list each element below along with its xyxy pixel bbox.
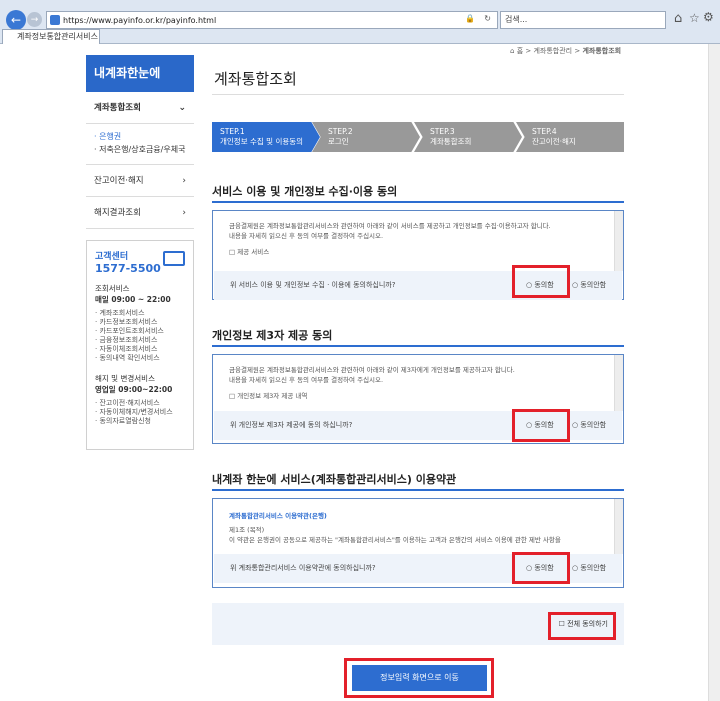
cs-item: · 동의자료열람신청 [95, 417, 151, 425]
cs-item: · 계좌조회서비스 [95, 309, 145, 317]
consent-text: 금융결제원은 계좌정보통합관리서비스와 관련하여 아래와 같이 제3자에게 개인… [229, 366, 515, 400]
chevron-right-icon: › [182, 208, 186, 218]
section-title-terms: 내계좌 한눈에 서비스(계좌통합관리서비스) 이용약관 [212, 473, 457, 486]
cs-item: · 카드정보조회서비스 [95, 318, 158, 326]
breadcrumb: ⌂ 홈 > 계좌통합관리 > 계좌통합조회 [510, 47, 622, 55]
chevron-down-icon: ⌄ [178, 103, 186, 113]
sidebar-sub-bank[interactable]: · 은행권 [86, 130, 194, 143]
highlight-box [512, 409, 570, 442]
highlight-box [548, 612, 616, 640]
step-indicator: STEP.1 개인정보 수집 및 이용동의 STEP.2 로그인 STEP.3 계좌통… [212, 122, 624, 152]
address-url: https://www.payinfo.or.kr/payinfo.html [63, 15, 217, 25]
consent-scrollbar[interactable] [614, 499, 623, 554]
sidebar-item-label: 해지결과조회 [94, 208, 141, 218]
computer-icon [163, 251, 185, 266]
consent-question: 위 개인정보 제3자 제공에 동의 하십니까? [230, 421, 353, 429]
sidebar-title: 내계좌한눈에 [86, 55, 194, 92]
title-divider [212, 94, 624, 95]
consent-question: 위 계좌통합관리서비스 이용약관에 동의하십니까? [230, 564, 376, 572]
breadcrumb-current: 계좌통합조회 [582, 47, 622, 55]
refresh-icon[interactable]: ↻ [484, 14, 491, 23]
browser-tab[interactable]: 계좌정보통합관리서비스 [2, 29, 100, 44]
highlight-box [512, 552, 570, 584]
step-2: STEP.2 로그인 [312, 122, 420, 152]
section-divider [212, 489, 624, 491]
consent-question: 위 서비스 이용 및 개인정보 수집 · 이용에 동의하십니까? [230, 281, 396, 289]
section-title-service: 서비스 이용 및 개인정보 수집·이용 동의 [212, 185, 398, 198]
sidebar-item-label: 잔고이전·해지 [94, 176, 144, 186]
disagree-radio[interactable]: ○ 동의안함 [572, 411, 606, 440]
breadcrumb-level1[interactable]: 계좌통합관리 [533, 47, 572, 55]
sidebar: 내계좌한눈에 계좌통합조회 ⌄ · 은행권 · 저축은행/상호금융/우체국 잔고… [86, 55, 194, 229]
step-4: STEP.4 잔고이전·해지 [516, 122, 624, 152]
consent-scrollbar[interactable] [614, 211, 623, 271]
cs-service1: 조회서비스 [95, 284, 130, 293]
cs-item: · 카드포인트조회서비스 [95, 327, 164, 335]
cs-service2: 해지 및 변경서비스 [95, 374, 155, 383]
chevron-right-icon: › [182, 176, 186, 186]
forward-button[interactable]: → [27, 12, 42, 27]
cs-item: · 잔고이전·해지서비스 [95, 399, 160, 407]
cs-hours2: 영업일 09:00~22:00 [95, 385, 173, 394]
back-button[interactable]: ← [6, 10, 26, 30]
section-divider [212, 345, 624, 347]
customer-center: 고객센터 1577-5500 조회서비스 매일 09:00 ~ 22:00 · … [86, 240, 194, 450]
consent-scrollbar[interactable] [614, 355, 623, 411]
disagree-radio[interactable]: ○ 동의안함 [572, 554, 606, 583]
sidebar-item-result[interactable]: 해지결과조회 › [86, 197, 194, 229]
favorites-icon[interactable]: ☆ [689, 11, 700, 25]
breadcrumb-home[interactable]: 홈 [517, 47, 523, 55]
sidebar-item-account-inquiry[interactable]: 계좌통합조회 ⌄ [86, 92, 194, 124]
consent-text: 금융결제원은 계좌정보통합관리서비스와 관련하여 아래와 같이 서비스를 제공하… [229, 222, 551, 256]
sidebar-item-transfer[interactable]: 잔고이전·해지 › [86, 165, 194, 197]
cs-item: · 금융정보조회서비스 [95, 336, 158, 344]
sidebar-sub-savings[interactable]: · 저축은행/상호금융/우체국 [86, 143, 194, 156]
address-bar[interactable]: https://www.payinfo.or.kr/payinfo.html ↻… [46, 11, 498, 29]
highlight-box [512, 265, 570, 298]
cs-item: · 동의내역 확인서비스 [95, 354, 160, 362]
consent-text: 계좌통합관리서비스 이용약관(은행) 제1조 (목적) 이 약관은 은행권이 공… [229, 512, 561, 544]
lock-icon[interactable]: 🔒 [465, 14, 475, 23]
step-3: STEP.3 계좌통합조회 [414, 122, 522, 152]
section-divider [212, 201, 624, 203]
home-icon[interactable]: ⌂ [674, 11, 682, 26]
page-icon [50, 15, 60, 25]
step-1: STEP.1 개인정보 수집 및 이용동의 [212, 122, 320, 152]
disagree-radio[interactable]: ○ 동의안함 [572, 271, 606, 300]
cs-item: · 자동이체해지/변경서비스 [95, 408, 173, 416]
search-input[interactable]: 검색... [500, 11, 666, 29]
section-title-thirdparty: 개인정보 제3자 제공 동의 [212, 329, 333, 342]
home-icon[interactable]: ⌂ [510, 47, 514, 55]
sidebar-item-label: 계좌통합조회 [94, 103, 141, 113]
cs-item: · 자동이체조회서비스 [95, 345, 158, 353]
gear-icon[interactable]: ⚙ [703, 10, 714, 24]
cs-hours1: 매일 09:00 ~ 22:00 [95, 295, 171, 304]
highlight-box [344, 658, 494, 698]
page-scrollbar[interactable] [708, 44, 720, 701]
page-title: 계좌통합조회 [214, 70, 297, 88]
